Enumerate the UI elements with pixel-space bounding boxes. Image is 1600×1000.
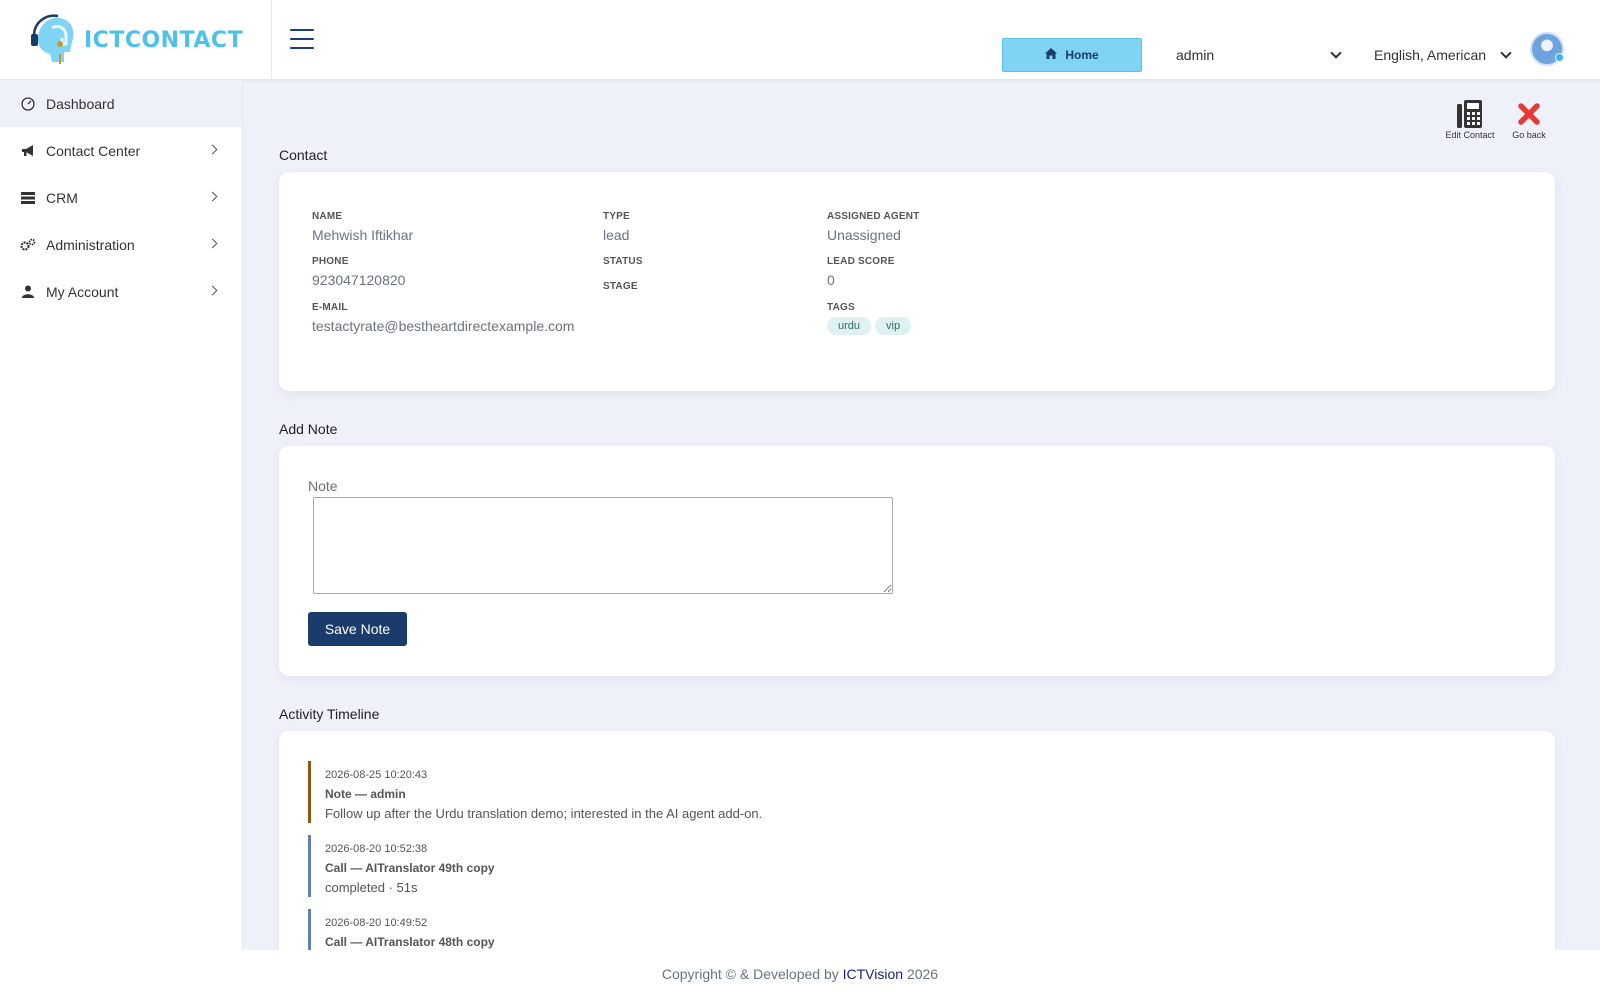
chevron-down-icon [1330,47,1342,59]
timeline-body: completed · 51s [325,880,418,895]
sidebar-item-label: My Account [46,283,119,300]
sidebar-item-crm[interactable]: CRM [0,174,242,221]
edit-contact-button[interactable]: Edit Contact [1442,98,1498,140]
timeline-item: 2026-08-20 10:52:38 Call — AITranslator … [308,835,1408,897]
hamburger-line [290,38,314,40]
name-field: NAME Mehwish Iftikhar [312,211,413,243]
add-note-section-title: Add Note [279,421,338,437]
language-select-value: English, American [1374,47,1487,63]
dashboard-icon [20,96,36,111]
chevron-right-icon [207,238,218,249]
assigned-agent-value: Unassigned [827,227,901,243]
home-icon [1045,48,1058,62]
email-value: testactyrate@bestheartdirectexample.com [312,318,575,334]
server-icon [20,191,36,204]
sidebar-item-my-account[interactable]: My Account [0,268,242,315]
status-field: STATUS [603,256,643,267]
name-value: Mehwish Iftikhar [312,227,414,243]
timeline-time: 2026-08-25 10:20:43 [325,769,428,781]
contact-card: NAME Mehwish Iftikhar PHONE 923047120820… [279,172,1555,391]
contact-section-title: Contact [279,147,328,163]
user-select[interactable]: admin [1176,42,1342,68]
chevron-right-icon [207,191,218,202]
logo[interactable]: ICTCONTACT [0,0,272,80]
language-select[interactable]: English, American [1374,42,1512,68]
activity-timeline-card: 2026-08-25 10:20:43 Note — admin Follow … [279,731,1555,950]
assigned-agent-field: ASSIGNED AGENT Unassigned [827,211,919,243]
note-label: Note [308,478,338,494]
timeline-heading: Call — AITranslator 49th copy [325,861,495,875]
user-select-value: admin [1176,47,1215,63]
sidebar-item-administration[interactable]: Administration [0,221,242,268]
chevron-down-icon [1500,47,1512,59]
type-value: lead [603,227,630,243]
email-field: E-MAIL testactyrate@bestheartdirectexamp… [312,302,574,334]
sidebar-item-dashboard[interactable]: Dashboard [0,80,242,127]
activity-timeline-title: Activity Timeline [279,706,380,722]
sidebar-item-label: Dashboard [46,95,115,112]
sidebar-item-label: Contact Center [46,142,141,159]
timeline-heading: Note — admin [325,787,406,801]
gears-icon [20,238,36,252]
tags-field: TAGS urdu vip [827,302,915,335]
headset-logo-icon [30,14,78,66]
name-label: NAME [312,211,343,222]
stage-field: STAGE [603,281,638,292]
status-label: STATUS [603,256,643,267]
menu-toggle-button[interactable] [290,29,314,49]
top-header: ICTCONTACT Home admin English, American [0,0,1600,80]
footer-copyright: Copyright © & Developed by [661,966,839,982]
hamburger-line [290,29,314,31]
timeline-time: 2026-08-20 10:49:52 [325,917,428,929]
lead-score-value: 0 [827,272,835,288]
type-field: TYPE lead [603,211,630,243]
ictvision-link[interactable]: ICTVision [843,966,903,982]
phone-label: PHONE [312,256,349,267]
chevron-right-icon [207,285,218,296]
sidebar-item-label: Administration [46,236,135,253]
bullhorn-icon [20,144,36,157]
phone-field: PHONE 923047120820 [312,256,405,288]
timeline-item: 2026-08-25 10:20:43 Note — admin Follow … [308,761,1408,823]
tag-badge: vip [875,317,912,335]
logo-text: ICTCONTACT [84,27,244,53]
sidebar-item-contact-center[interactable]: Contact Center [0,127,242,174]
phone-value: 923047120820 [312,272,406,288]
timeline-heading: Call — AITranslator 48th copy [325,935,495,949]
type-label: TYPE [603,211,630,222]
tag-badge: urdu [827,317,872,335]
timeline-item: 2026-08-20 10:49:52 Call — AITranslator … [308,909,1408,950]
chevron-right-icon [207,144,218,155]
home-button[interactable]: Home [1002,38,1142,72]
footer: Copyright © & Developed by ICTVision 202… [0,950,1600,1000]
go-back-button[interactable]: Go back [1508,98,1550,140]
note-textarea[interactable] [313,497,893,594]
footer-year: 2026 [906,966,939,982]
save-note-button[interactable]: Save Note [308,612,407,646]
user-icon [20,285,36,298]
stage-label: STAGE [603,281,638,292]
tag-list: urdu vip [827,313,915,335]
lead-score-field: LEAD SCORE 0 [827,256,895,288]
tags-label: TAGS [827,302,855,313]
close-icon [1518,98,1540,130]
lead-score-label: LEAD SCORE [827,256,895,267]
timeline-time: 2026-08-20 10:52:38 [325,843,428,855]
edit-contact-label: Edit Contact [1445,130,1495,140]
fax-icon [1455,98,1485,130]
home-button-label: Home [1065,48,1099,62]
email-label: E-MAIL [312,302,348,313]
go-back-label: Go back [1512,130,1546,140]
hamburger-line [290,47,314,49]
sidebar-item-label: CRM [46,189,78,206]
add-note-card: Note Save Note [279,446,1555,676]
online-status-dot [1555,53,1564,62]
sidebar: Dashboard Contact Center CRM Administrat… [0,80,243,950]
avatar[interactable] [1530,32,1564,66]
timeline-body: Follow up after the Urdu translation dem… [325,806,763,821]
assigned-agent-label: ASSIGNED AGENT [827,211,920,222]
